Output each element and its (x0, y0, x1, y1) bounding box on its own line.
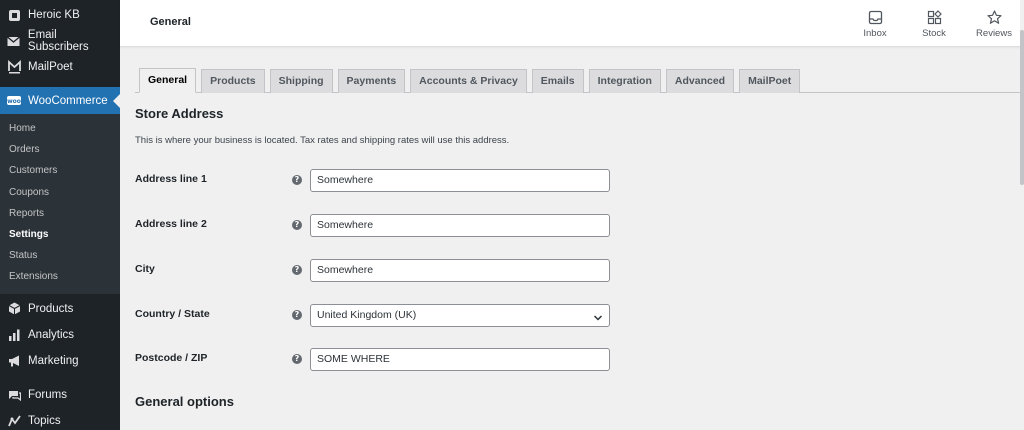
address-line-1-label: Address line 1 (135, 173, 207, 185)
sidebar-item-label: Analytics (28, 328, 75, 341)
sidebar-item-products[interactable]: Products (0, 296, 120, 322)
inbox-label: Inbox (863, 28, 887, 39)
tab-integration[interactable]: Integration (588, 69, 661, 93)
tab-payments[interactable]: Payments (337, 69, 406, 93)
sidebar-item-topics[interactable]: Topics (0, 408, 120, 430)
help-icon[interactable]: ? (292, 354, 302, 364)
admin-sidebar: Heroic KB Email Subscribers MailPoet woo… (0, 0, 120, 430)
woo-icon: woo (7, 94, 21, 108)
address-line-1-input[interactable]: Somewhere (310, 169, 610, 192)
sidebar-item-label: Marketing (28, 354, 79, 367)
submenu-item-extensions[interactable]: Extensions (0, 266, 120, 287)
submenu-item-reports[interactable]: Reports (0, 203, 120, 224)
tab-emails[interactable]: Emails (531, 69, 584, 93)
sidebar-item-mailpoet[interactable]: MailPoet (0, 54, 120, 80)
address-line-2-label: Address line 2 (135, 218, 207, 230)
inbox-icon (851, 10, 899, 26)
svg-text:woo: woo (7, 98, 21, 105)
stock-button[interactable]: Stock (910, 10, 958, 39)
sidebar-item-email-subscribers[interactable]: Email Subscribers (0, 28, 120, 54)
sidebar-item-woocommerce[interactable]: woo WooCommerce (0, 87, 120, 114)
sidebar-item-label: MailPoet (28, 61, 73, 73)
sidebar-item-label: WooCommerce (28, 94, 108, 107)
bar-chart-icon (7, 328, 21, 342)
envelope-icon (7, 34, 21, 48)
postcode-input[interactable]: SOME WHERE (310, 348, 610, 371)
tab-mailpoet[interactable]: MailPoet (739, 69, 801, 93)
sidebar-item-label: Products (28, 302, 74, 315)
sidebar-item-label: Email Subscribers (27, 29, 89, 53)
submenu-item-customers[interactable]: Customers (0, 160, 120, 181)
sidebar-item-label: Topics (28, 414, 61, 427)
postcode-label: Postcode / ZIP (135, 352, 208, 364)
sidebar-item-label: Forums (28, 388, 67, 401)
settings-tabs: General Products Shipping Payments Accou… (134, 68, 1024, 93)
store-address-description: This is where your business is located. … (135, 135, 510, 146)
tab-products[interactable]: Products (201, 69, 265, 93)
sidebar-item-heroic-kb[interactable]: Heroic KB (0, 2, 120, 28)
woocommerce-submenu: Home Orders Customers Coupons Reports Se… (0, 114, 120, 294)
page-title: General (150, 16, 191, 28)
sidebar-item-analytics[interactable]: Analytics (0, 322, 120, 348)
box-icon (7, 302, 21, 316)
tab-advanced[interactable]: Advanced (665, 69, 735, 93)
sidebar-item-label: Heroic KB (28, 9, 80, 21)
tab-general[interactable]: General (139, 68, 197, 93)
forums-icon (7, 388, 21, 402)
scrollbar-thumb[interactable] (1020, 30, 1024, 185)
stock-icon (910, 10, 958, 26)
submenu-item-settings[interactable]: Settings (0, 224, 120, 245)
help-icon[interactable]: ? (292, 220, 302, 230)
submenu-item-orders[interactable]: Orders (0, 139, 120, 160)
stock-label: Stock (922, 28, 946, 39)
mailpoet-icon (7, 60, 21, 74)
chevron-down-icon (593, 310, 603, 331)
megaphone-icon (7, 354, 21, 368)
sidebar-item-forums[interactable]: Forums (0, 382, 120, 408)
country-state-label: Country / State (135, 308, 210, 320)
submenu-item-status[interactable]: Status (0, 245, 120, 266)
help-icon[interactable]: ? (292, 265, 302, 275)
tab-shipping[interactable]: Shipping (269, 69, 333, 93)
city-input[interactable]: Somewhere (310, 259, 610, 282)
reviews-label: Reviews (976, 28, 1012, 39)
submenu-item-coupons[interactable]: Coupons (0, 182, 120, 203)
tab-accounts-privacy[interactable]: Accounts & Privacy (410, 69, 527, 93)
country-state-select[interactable]: United Kingdom (UK) (310, 304, 610, 327)
help-icon[interactable]: ? (292, 310, 302, 320)
address-line-2-input[interactable]: Somewhere (310, 214, 610, 237)
inbox-button[interactable]: Inbox (851, 10, 899, 39)
sidebar-item-marketing[interactable]: Marketing (0, 348, 120, 374)
city-label: City (135, 263, 155, 275)
reviews-button[interactable]: Reviews (970, 10, 1018, 39)
topics-icon (7, 414, 21, 428)
help-icon[interactable]: ? (292, 175, 302, 185)
star-icon (970, 10, 1018, 26)
page-header: General Inbox Stock Reviews (120, 0, 1020, 47)
store-address-title: Store Address (135, 106, 224, 121)
square-icon (7, 8, 21, 22)
page-scrollbar[interactable] (1020, 0, 1024, 430)
submenu-item-home[interactable]: Home (0, 118, 120, 139)
country-state-value: United Kingdom (UK) (317, 309, 417, 321)
general-options-title: General options (135, 394, 234, 409)
